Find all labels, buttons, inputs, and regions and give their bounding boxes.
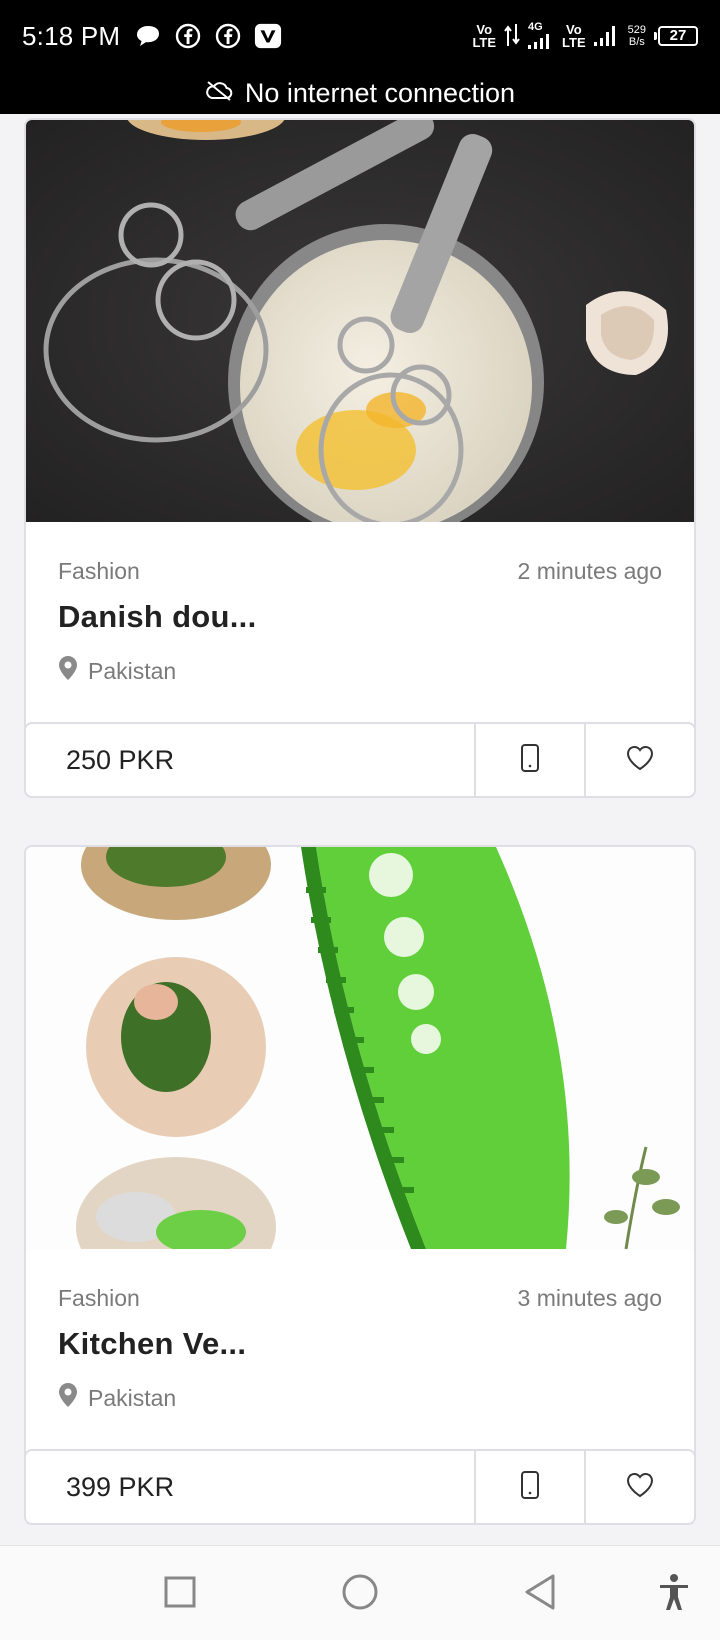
- system-nav-bar: [0, 1545, 720, 1640]
- dough-whisk-photo: [26, 120, 694, 522]
- listing-time: 3 minutes ago: [517, 1285, 662, 1311]
- heart-icon: [625, 1471, 655, 1504]
- listing-info: Fashion 3 minutes ago Kitchen Ve... Paki…: [26, 1249, 694, 1449]
- volte-indicator-2: Vo LTE: [562, 22, 586, 50]
- listing-info: Fashion 2 minutes ago Danish dou... Paki…: [26, 522, 694, 722]
- call-button[interactable]: [474, 724, 584, 796]
- network-speed: 529 B/s: [627, 24, 646, 48]
- home-button[interactable]: [338, 1572, 382, 1616]
- listing-title[interactable]: Danish dou...: [58, 599, 662, 635]
- accessibility-button[interactable]: [652, 1572, 696, 1616]
- facebook-icon: [214, 22, 242, 50]
- notification-icons: [134, 22, 282, 50]
- chat-bubble-icon: [134, 22, 162, 50]
- listing-location: Pakistan: [88, 1384, 177, 1411]
- listing-time: 2 minutes ago: [517, 558, 662, 584]
- listing-category: Fashion: [58, 558, 140, 584]
- listing-price: 250 PKR: [66, 744, 175, 775]
- listing-price: 399 PKR: [66, 1471, 175, 1502]
- back-triangle-icon: [523, 1573, 557, 1616]
- back-button[interactable]: [518, 1572, 562, 1616]
- location-pin-icon: [58, 655, 78, 687]
- location-pin-icon: [58, 1382, 78, 1414]
- signal-bars-icon: [528, 33, 554, 51]
- home-circle-icon: [341, 1573, 379, 1616]
- recents-square-icon: [163, 1575, 197, 1614]
- accessibility-icon: [658, 1573, 690, 1616]
- cloud-off-icon: [205, 78, 233, 109]
- listing-card[interactable]: Fashion 2 minutes ago Danish dou... Paki…: [24, 118, 696, 798]
- signal-bars-icon: [593, 24, 620, 48]
- recents-button[interactable]: [158, 1572, 202, 1616]
- data-arrows-icon: [504, 22, 520, 50]
- listing-actions: 250 PKR: [26, 722, 694, 796]
- heart-icon: [625, 744, 655, 777]
- phone-icon: [520, 743, 540, 778]
- offline-banner: No internet connection: [0, 72, 720, 114]
- listing-category: Fashion: [58, 1285, 140, 1311]
- vimeo-v-icon: [254, 22, 282, 50]
- listing-location: Pakistan: [88, 657, 177, 684]
- battery-icon: 27: [654, 26, 698, 46]
- status-indicators: Vo LTE 4G Vo LTE 529 B/s 27: [472, 21, 698, 51]
- status-bar: 5:18 PM Vo LTE 4G Vo LTE 529 B/s 27: [0, 0, 720, 72]
- offline-banner-text: No internet connection: [244, 77, 516, 108]
- listing-actions: 399 PKR: [26, 1449, 694, 1523]
- phone-icon: [520, 1470, 540, 1505]
- listing-image[interactable]: [26, 120, 694, 522]
- favorite-button[interactable]: [584, 724, 694, 796]
- listing-card[interactable]: Fashion 3 minutes ago Kitchen Ve... Paki…: [24, 845, 696, 1525]
- listing-image[interactable]: [26, 847, 694, 1249]
- network-4g-label: 4G: [528, 21, 543, 33]
- volte-indicator: Vo LTE: [472, 22, 497, 50]
- herb-comb-photo: [26, 847, 694, 1249]
- status-time: 5:18 PM: [22, 20, 121, 51]
- facebook-icon: [174, 22, 202, 50]
- listing-title[interactable]: Kitchen Ve...: [58, 1326, 662, 1362]
- call-button[interactable]: [474, 1451, 584, 1523]
- favorite-button[interactable]: [584, 1451, 694, 1523]
